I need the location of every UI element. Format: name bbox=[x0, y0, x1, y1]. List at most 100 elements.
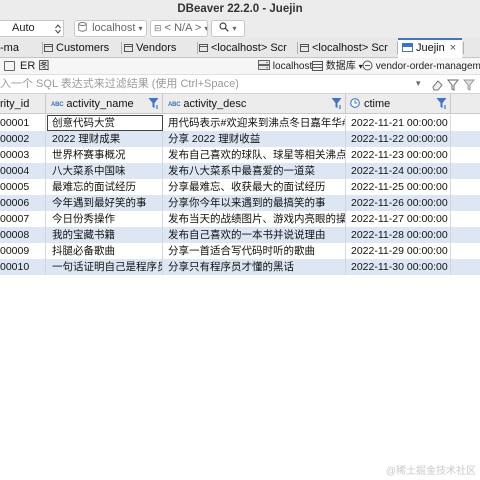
transaction-mode-value: Auto bbox=[12, 22, 35, 34]
cell-activity-desc[interactable]: 发布当天的战绩图片、游戏内亮眼的操作 bbox=[164, 211, 346, 227]
datasource-label: localhost bbox=[92, 22, 136, 34]
filter-icon[interactable] bbox=[436, 97, 447, 110]
tab-customers[interactable]: Customers bbox=[44, 38, 119, 58]
tab-vendors[interactable]: Vendors bbox=[124, 38, 196, 58]
table-row[interactable]: 00009 抖腿必备歌曲 分享一首适合写代码时听的歌曲 2022-11-29 00:0… bbox=[0, 243, 480, 259]
filter-apply-icon[interactable] bbox=[447, 79, 459, 91]
cell-ctime[interactable]: 2022-11-21 00:00:00 bbox=[347, 115, 451, 131]
cell-activity-name[interactable]: 世界杯赛事概况 bbox=[47, 147, 163, 163]
tab-sql-script-2[interactable]: <localhost> Scr bbox=[300, 38, 396, 58]
grid-header: rity_id ABC activity_name ABC activity_des… bbox=[0, 94, 480, 114]
tab-label: -ma bbox=[0, 42, 19, 54]
cell-activity-desc[interactable]: 分享你今年以来遇到的最搞笑的事 bbox=[164, 195, 346, 211]
table-row[interactable]: 00003 世界杯赛事概况 发布自己喜欢的球队、球星等相关沸点 2022-11-23 … bbox=[0, 147, 480, 163]
filter-icon[interactable] bbox=[331, 97, 342, 110]
search-button[interactable]: ▾ bbox=[211, 20, 245, 37]
cell-activity-id[interactable]: 00001 bbox=[0, 115, 46, 131]
tab-overflow[interactable] bbox=[466, 38, 480, 58]
table-row[interactable]: 00001 创意代码大赏 用代码表示#欢迎来到沸点冬日嘉年华# 2022-11-21 … bbox=[0, 115, 480, 131]
cell-ctime[interactable]: 2022-11-27 00:00:00 bbox=[347, 211, 451, 227]
er-diagram-tab[interactable]: ER 图 bbox=[20, 58, 49, 75]
cell-ctime[interactable]: 2022-11-28 00:00:00 bbox=[347, 227, 451, 243]
connection-database[interactable]: 数据库 ▾ bbox=[312, 58, 363, 75]
chevron-down-icon: ▾ bbox=[204, 24, 208, 33]
filter-input[interactable]: 入一个 SQL 表达式来过滤结果 (使用 Ctrl+Space) bbox=[0, 75, 239, 94]
tab-schema[interactable]: -ma bbox=[0, 38, 42, 58]
chevron-updown-icon bbox=[55, 24, 61, 34]
table-row[interactable]: 00004 八大菜系中国味 发布八大菜系中最喜爱的一道菜 2022-11-24 00:… bbox=[0, 163, 480, 179]
table-row[interactable]: 00002 2022 理财成果 分享 2022 理财收益 2022-11-22 00:… bbox=[0, 131, 480, 147]
cell-activity-id[interactable]: 00006 bbox=[0, 195, 46, 211]
cell-activity-id[interactable]: 00010 bbox=[0, 259, 46, 275]
sidebar-toggle-icon[interactable] bbox=[4, 61, 15, 71]
tab-sql-script-1[interactable]: <localhost> Scr bbox=[199, 38, 295, 58]
column-header-ctime[interactable]: ctime bbox=[347, 94, 451, 114]
tab-label: <localhost> Scr bbox=[312, 42, 388, 54]
cell-activity-name[interactable]: 今日份秀操作 bbox=[47, 211, 163, 227]
cell-activity-name[interactable]: 创意代码大赏 bbox=[47, 115, 163, 131]
cell-activity-id[interactable]: 00004 bbox=[0, 163, 46, 179]
cell-activity-desc[interactable]: 分享只有程序员才懂的黑话 bbox=[164, 259, 346, 275]
cell-activity-desc[interactable]: 分享一首适合写代码时听的歌曲 bbox=[164, 243, 346, 259]
column-header-activity-name[interactable]: ABC activity_name bbox=[47, 94, 163, 114]
cell-activity-desc[interactable]: 分享 2022 理财收益 bbox=[164, 131, 346, 147]
column-header-activity-id[interactable]: rity_id bbox=[0, 94, 46, 114]
table-row[interactable]: 00010 一句话证明自己是程序员 分享只有程序员才懂的黑话 2022-11-30 0… bbox=[0, 259, 480, 275]
cell-activity-name[interactable]: 八大菜系中国味 bbox=[47, 163, 163, 179]
cell-ctime[interactable]: 2022-11-24 00:00:00 bbox=[347, 163, 451, 179]
tab-juejin[interactable]: Juejin × bbox=[398, 38, 462, 58]
cell-activity-id[interactable]: 00009 bbox=[0, 243, 46, 259]
cell-activity-name[interactable]: 最难忘的面试经历 bbox=[47, 179, 163, 195]
table-row[interactable]: 00007 今日份秀操作 发布当天的战绩图片、游戏内亮眼的操作 2022-11-27 … bbox=[0, 211, 480, 227]
cell-ctime[interactable]: 2022-11-29 00:00:00 bbox=[347, 243, 451, 259]
clock-icon bbox=[350, 98, 360, 108]
cell-activity-id[interactable]: 00007 bbox=[0, 211, 46, 227]
cell-activity-desc[interactable]: 用代码表示#欢迎来到沸点冬日嘉年华# bbox=[164, 115, 346, 131]
cell-activity-name[interactable]: 一句话证明自己是程序员 bbox=[47, 259, 163, 275]
cell-activity-name[interactable]: 抖腿必备歌曲 bbox=[47, 243, 163, 259]
table-row[interactable]: 00006 今年遇到最好笑的事 分享你今年以来遇到的最搞笑的事 2022-11-26 … bbox=[0, 195, 480, 211]
datasource-selector[interactable]: localhost ▾ bbox=[74, 20, 147, 37]
history-icon[interactable] bbox=[463, 79, 475, 91]
cell-ctime[interactable]: 2022-11-25 00:00:00 bbox=[347, 179, 451, 195]
cell-activity-id[interactable]: 00003 bbox=[0, 147, 46, 163]
eraser-icon[interactable] bbox=[431, 79, 443, 91]
schema-selector[interactable]: ⊟ < N/A > ▾ bbox=[150, 20, 208, 37]
cell-activity-desc[interactable]: 发布自己喜欢的一本书并说说理由 bbox=[164, 227, 346, 243]
tab-divider bbox=[463, 42, 464, 54]
table-icon bbox=[199, 44, 208, 52]
search-icon bbox=[219, 22, 230, 32]
filter-bar: 入一个 SQL 表达式来过滤结果 (使用 Ctrl+Space) ▾ bbox=[0, 75, 480, 94]
cell-activity-name[interactable]: 我的宝藏书籍 bbox=[47, 227, 163, 243]
database-icon bbox=[78, 22, 87, 32]
filter-icon[interactable] bbox=[148, 97, 159, 110]
cell-activity-desc[interactable]: 发布八大菜系中最喜爱的一道菜 bbox=[164, 163, 346, 179]
cell-ctime[interactable]: 2022-11-26 00:00:00 bbox=[347, 195, 451, 211]
cell-activity-name[interactable]: 今年遇到最好笑的事 bbox=[47, 195, 163, 211]
chevron-down-icon[interactable]: ▾ bbox=[416, 78, 421, 89]
cell-activity-desc[interactable]: 发布自己喜欢的球队、球星等相关沸点 bbox=[164, 147, 346, 163]
connection-localhost[interactable]: localhost bbox=[258, 58, 312, 75]
tab-divider bbox=[121, 42, 122, 54]
column-header-activity-desc[interactable]: ABC activity_desc bbox=[164, 94, 346, 114]
cell-activity-name[interactable]: 2022 理财成果 bbox=[47, 131, 163, 147]
cell-activity-id[interactable]: 00008 bbox=[0, 227, 46, 243]
table-icon bbox=[300, 44, 309, 52]
cell-activity-id[interactable]: 00005 bbox=[0, 179, 46, 195]
cell-activity-desc[interactable]: 分享最难忘、收获最大的面试经历 bbox=[164, 179, 346, 195]
schema-icon bbox=[362, 60, 373, 71]
table-row[interactable]: 00005 最难忘的面试经历 分享最难忘、收获最大的面试经历 2022-11-25 0… bbox=[0, 179, 480, 195]
cell-ctime[interactable]: 2022-11-22 00:00:00 bbox=[347, 131, 451, 147]
connection-table[interactable]: vendor-order-management bbox=[362, 58, 480, 75]
close-icon[interactable]: × bbox=[446, 40, 460, 57]
transaction-mode-select[interactable]: Auto bbox=[0, 20, 64, 37]
column-label: activity_name bbox=[66, 98, 134, 110]
chevron-down-icon: ▾ bbox=[232, 24, 237, 33]
cell-activity-id[interactable]: 00002 bbox=[0, 131, 46, 147]
cell-ctime[interactable]: 2022-11-23 00:00:00 bbox=[347, 147, 451, 163]
table-icon bbox=[402, 43, 413, 52]
tab-divider bbox=[42, 42, 43, 54]
column-label: rity_id bbox=[0, 98, 30, 110]
cell-ctime[interactable]: 2022-11-30 00:00:00 bbox=[347, 259, 451, 275]
table-row[interactable]: 00008 我的宝藏书籍 发布自己喜欢的一本书并说说理由 2022-11-28 00:… bbox=[0, 227, 480, 243]
